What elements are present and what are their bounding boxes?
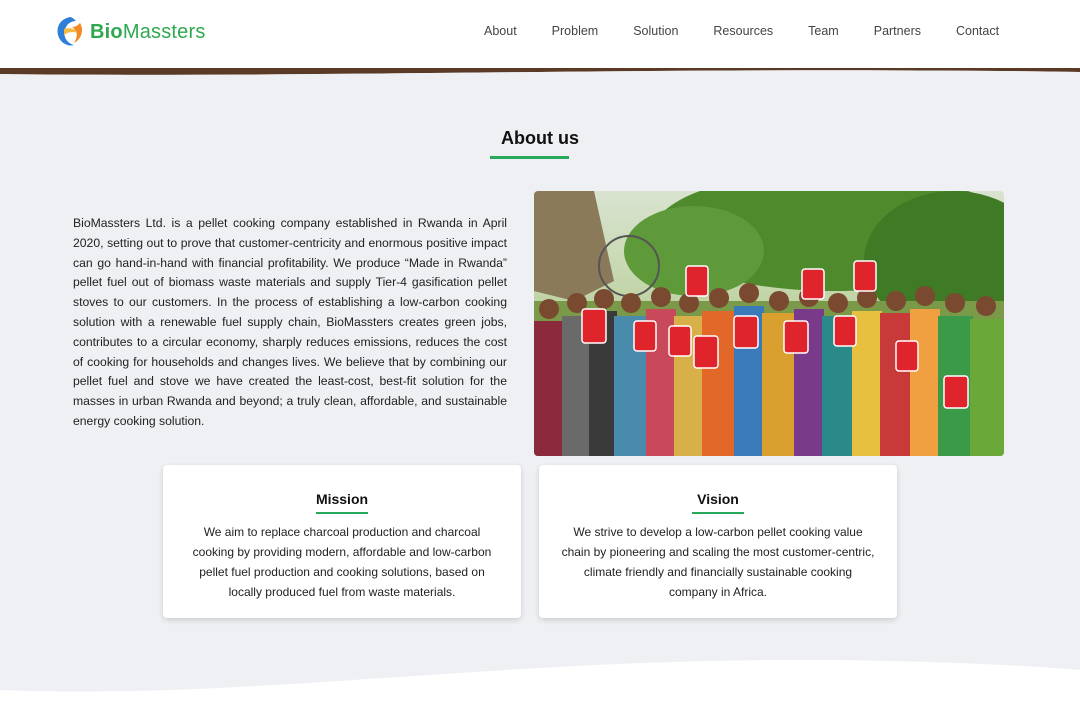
women-holding-fuel-bags-image: [534, 191, 1004, 456]
brand-name: BioMassters: [90, 21, 206, 44]
nav-partners[interactable]: Partners: [874, 24, 921, 38]
mission-text: We aim to replace charcoal production an…: [192, 525, 492, 599]
logo-flame-icon: [57, 17, 82, 46]
about-title: About us: [501, 128, 579, 148]
vision-title: Vision: [697, 491, 739, 507]
nav-about[interactable]: About: [484, 24, 517, 38]
mission-title-underline: [316, 512, 368, 514]
nav-problem[interactable]: Problem: [552, 24, 599, 38]
nav-contact[interactable]: Contact: [956, 24, 999, 38]
nav-team[interactable]: Team: [808, 24, 839, 38]
main-nav: About Problem Solution Resources Team Pa…: [484, 24, 1034, 38]
mission-title: Mission: [315, 491, 369, 507]
brand-name-part1: Bio: [90, 20, 123, 43]
about-description: BioMassters Ltd. is a pellet cooking com…: [73, 216, 507, 428]
brand-logo[interactable]: BioMassters: [54, 15, 206, 49]
nav-solution[interactable]: Solution: [633, 24, 678, 38]
vision-text: We strive to develop a low-carbon pellet…: [561, 525, 875, 599]
mission-card: Mission We aim to replace charcoal produ…: [163, 465, 521, 618]
nav-resources[interactable]: Resources: [713, 24, 773, 38]
site-header: BioMassters About Problem Solution Resou…: [0, 0, 1080, 68]
vision-title-underline: [692, 512, 744, 514]
footer-wave: [0, 659, 1080, 704]
hero-image-edge: [0, 64, 1080, 80]
brand-name-part2: Massters: [122, 20, 206, 43]
about-title-underline: [490, 156, 569, 159]
vision-card: Vision We strive to develop a low-carbon…: [539, 465, 897, 618]
group-photo: [534, 191, 1004, 456]
